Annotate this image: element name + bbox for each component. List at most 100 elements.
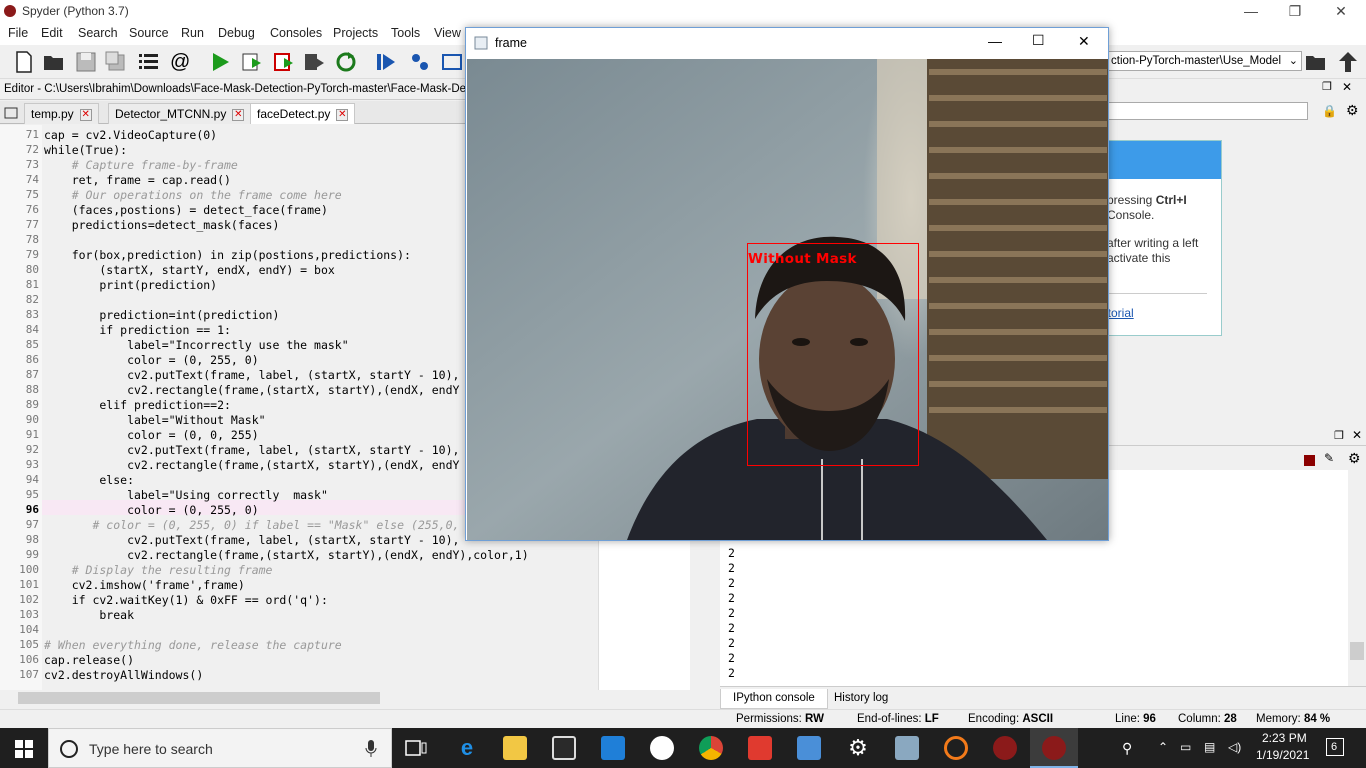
code-line: label="Using correctly mask": [44, 488, 328, 502]
new-file-icon[interactable]: [12, 50, 36, 74]
close-tab-icon[interactable]: ✕: [232, 108, 245, 121]
frame-titlebar[interactable]: frame — ☐ ✕: [466, 28, 1108, 59]
run-cell-advance-icon[interactable]: [272, 50, 296, 74]
spyder-taskbar-icon[interactable]: [993, 736, 1017, 760]
clock-time[interactable]: 2:23 PM: [1262, 731, 1307, 745]
frame-maximize-button[interactable]: ☐: [1032, 32, 1045, 49]
browse-folder-icon[interactable]: [1304, 50, 1328, 74]
step-icon[interactable]: [408, 50, 432, 74]
console-output-line: 2: [728, 576, 735, 590]
store-icon[interactable]: [552, 736, 576, 760]
chrome-icon[interactable]: [699, 736, 723, 760]
menu-view[interactable]: View: [434, 26, 461, 40]
save-all-icon[interactable]: [104, 50, 128, 74]
list-icon[interactable]: [136, 50, 160, 74]
code-line: # When everything done, release the capt…: [44, 638, 342, 652]
face-detection-box: [747, 243, 919, 466]
stop-icon[interactable]: [1304, 455, 1315, 466]
remote-desktop-icon[interactable]: [797, 736, 821, 760]
chevron-up-icon[interactable]: ⌃: [1158, 740, 1168, 754]
mail-icon[interactable]: [601, 736, 625, 760]
menu-consoles[interactable]: Consoles: [270, 26, 322, 40]
tab-ipython-console[interactable]: IPython console: [720, 689, 828, 709]
menu-edit[interactable]: Edit: [41, 26, 63, 40]
settings-gear-icon[interactable]: ⚙: [846, 736, 870, 760]
spyder-app-icon: [4, 5, 16, 17]
menu-file[interactable]: File: [8, 26, 28, 40]
line-number: 103: [19, 608, 39, 621]
notifications-icon[interactable]: 6: [1326, 738, 1344, 756]
file-explorer-icon[interactable]: [503, 736, 527, 760]
skype-icon[interactable]: [650, 736, 674, 760]
rerun-icon[interactable]: [334, 50, 358, 74]
run-cell-icon[interactable]: [240, 50, 264, 74]
clock-date[interactable]: 1/19/2021: [1256, 748, 1309, 762]
line-number: 74: [25, 173, 39, 186]
menu-search[interactable]: Search: [78, 26, 118, 40]
menu-projects[interactable]: Projects: [333, 26, 378, 40]
open-folder-icon[interactable]: [42, 50, 66, 74]
gear-icon[interactable]: ⚙: [1348, 450, 1361, 467]
code-line: cap.release(): [44, 653, 135, 667]
network-icon[interactable]: ▤: [1204, 740, 1215, 754]
gear-icon[interactable]: ⚙: [1346, 102, 1359, 119]
close-tab-icon[interactable]: ✕: [79, 108, 92, 121]
undock-pane-icon[interactable]: ❐: [1322, 80, 1332, 93]
at-icon[interactable]: @: [170, 51, 190, 74]
windows-start-icon[interactable]: [15, 740, 33, 758]
lock-icon[interactable]: 🔒: [1322, 104, 1337, 118]
undock-pane-icon[interactable]: ❐: [1334, 429, 1344, 442]
code-line: cv2.putText(frame, label, (startX, start…: [44, 443, 460, 457]
tab-facedetect[interactable]: faceDetect.py ✕: [250, 103, 356, 124]
close-pane-icon[interactable]: ✕: [1342, 80, 1352, 94]
file-browse-icon[interactable]: [4, 106, 18, 120]
menu-tools[interactable]: Tools: [391, 26, 420, 40]
parent-directory-icon[interactable]: [1336, 50, 1360, 74]
tab-history-log[interactable]: History log: [822, 689, 900, 709]
battery-icon[interactable]: ▭: [1180, 740, 1191, 754]
save-icon[interactable]: [74, 50, 98, 74]
code-line: color = (0, 0, 255): [44, 428, 259, 442]
line-number: 90: [25, 413, 39, 426]
edge-browser-icon[interactable]: e: [455, 736, 479, 760]
debug-icon[interactable]: [374, 50, 398, 74]
anydesk-icon[interactable]: [748, 736, 772, 760]
close-tab-icon[interactable]: ✕: [336, 108, 349, 121]
taskbar-search-box[interactable]: Type here to search: [48, 728, 392, 768]
code-line: cv2.imshow('frame',frame): [44, 578, 245, 592]
snipping-tool-icon[interactable]: [895, 736, 919, 760]
run-icon[interactable]: [208, 50, 232, 74]
close-pane-icon[interactable]: ✕: [1352, 428, 1362, 442]
task-view-icon[interactable]: [404, 736, 428, 760]
frame-minimize-button[interactable]: —: [988, 33, 1002, 49]
spyder-taskbar-icon: [1042, 736, 1066, 760]
code-line: label="Incorrectly use the mask": [44, 338, 349, 352]
console-output-line: 2: [728, 636, 735, 650]
frame-window[interactable]: frame — ☐ ✕ Without Mask: [465, 27, 1109, 541]
maximize-button[interactable]: ❐: [1272, 0, 1318, 23]
menu-debug[interactable]: Debug: [218, 26, 255, 40]
menu-source[interactable]: Source: [129, 26, 169, 40]
step-into-icon[interactable]: [440, 50, 464, 74]
microphone-icon[interactable]: [365, 740, 377, 758]
console-tab-bar: IPython console History log: [720, 686, 1366, 709]
working-directory-combo[interactable]: ction-PyTorch-master\Use_Model ⌄: [1108, 51, 1302, 71]
menu-run[interactable]: Run: [181, 26, 204, 40]
volume-icon[interactable]: ◁): [1228, 740, 1241, 754]
run-selection-icon[interactable]: [302, 50, 326, 74]
eraser-icon[interactable]: ✎: [1324, 451, 1334, 465]
console-scroll-thumb[interactable]: [1350, 642, 1364, 660]
minimize-button[interactable]: —: [1228, 0, 1274, 23]
jupyter-icon[interactable]: [944, 736, 968, 760]
spyder-active-taskbar-item[interactable]: [1030, 728, 1078, 768]
help-source-combo[interactable]: [1108, 102, 1308, 120]
people-icon[interactable]: ⚲: [1122, 740, 1132, 757]
line-number: 71: [25, 128, 39, 141]
tab-temp[interactable]: temp.py ✕: [24, 103, 99, 124]
spyder-titlebar: Spyder (Python 3.7) — ❐ ✕: [0, 0, 1366, 23]
editor-horizontal-scroll-thumb[interactable]: [18, 692, 380, 704]
line-number: 80: [25, 263, 39, 276]
close-button[interactable]: ✕: [1318, 0, 1364, 23]
tab-detector-mtcnn[interactable]: Detector_MTCNN.py ✕: [108, 103, 252, 124]
frame-close-button[interactable]: ✕: [1078, 33, 1090, 50]
